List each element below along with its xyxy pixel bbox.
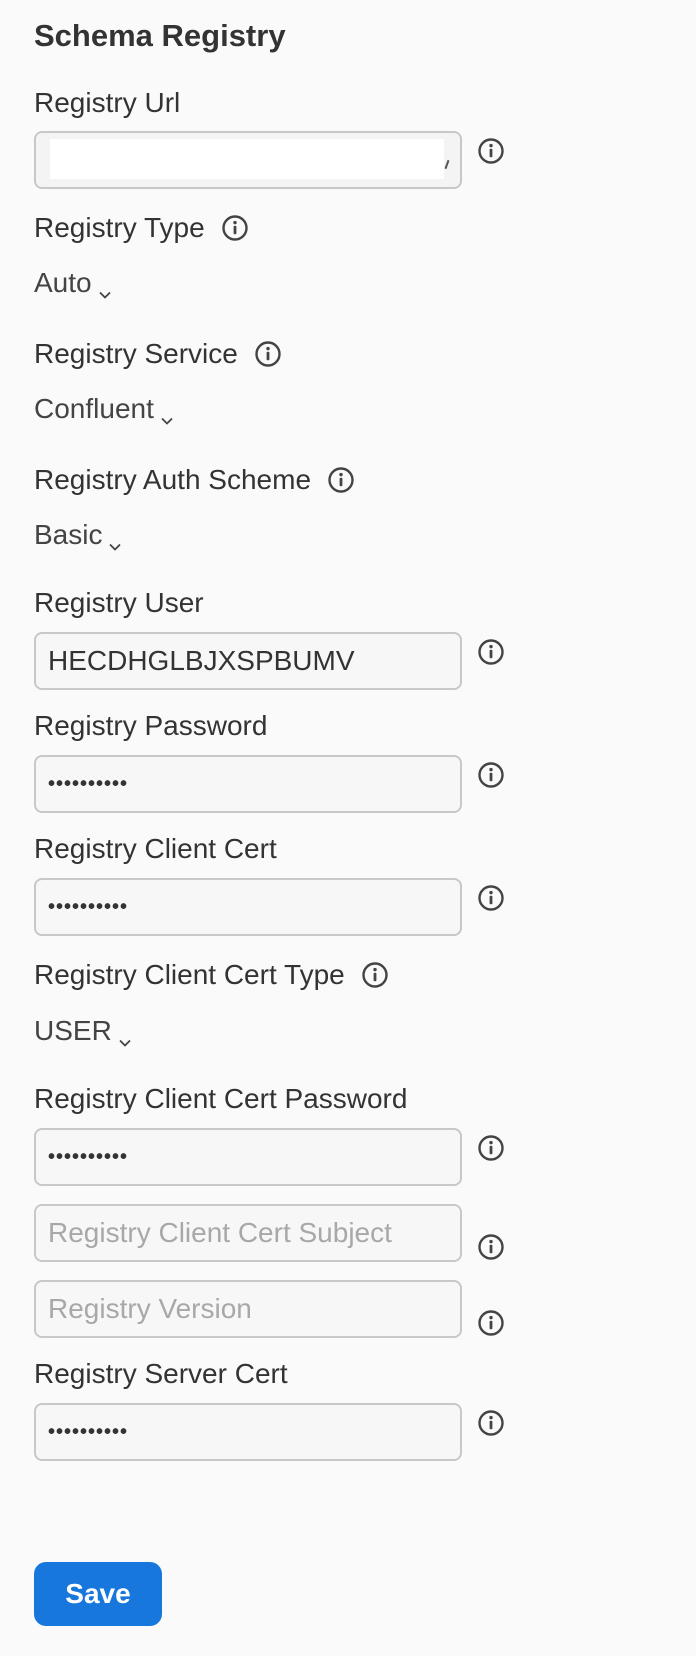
registry-type-value: Auto [34,267,92,298]
registry-user-input[interactable]: HECDHGLBJXSPBUMV [34,632,462,690]
info-icon[interactable] [327,466,355,494]
chevron-down-icon [108,528,122,551]
info-icon[interactable] [477,1233,505,1261]
registry-password-value: •••••••••• [48,772,129,795]
registry-service-select[interactable]: Confluent [34,392,174,426]
info-icon[interactable] [477,638,505,666]
info-icon[interactable] [477,884,505,912]
registry-auth-scheme-label-text: Registry Auth Scheme [34,464,312,495]
registry-type-label: Registry Type [34,211,249,245]
registry-type-label-text: Registry Type [34,212,205,243]
info-icon[interactable] [221,214,249,242]
schema-registry-form: Schema Registry Registry Url Registry Ty… [0,0,696,1656]
info-icon[interactable] [477,1309,505,1337]
registry-client-cert-input[interactable]: •••••••••• [34,878,462,936]
registry-client-cert-subject-input[interactable]: Registry Client Cert Subject [34,1204,462,1262]
registry-client-cert-password-label-text: Registry Client Cert Password [34,1083,408,1114]
registry-client-cert-label: Registry Client Cert [34,832,277,866]
registry-url-label-text: Registry Url [34,87,181,118]
registry-password-label-text: Registry Password [34,710,268,741]
save-button[interactable]: Save [34,1562,162,1626]
registry-url-input-inner [50,139,444,179]
registry-auth-scheme-value: Basic [34,519,103,550]
registry-client-cert-password-value: •••••••••• [48,1145,129,1168]
registry-client-cert-value: •••••••••• [48,895,129,918]
info-icon[interactable] [477,1134,505,1162]
chevron-down-icon [98,276,112,299]
registry-client-cert-type-select[interactable]: USER [34,1014,132,1048]
registry-version-input[interactable]: Registry Version [34,1280,462,1338]
registry-user-value: HECDHGLBJXSPBUMV [48,645,355,676]
registry-service-label-text: Registry Service [34,338,238,369]
registry-password-input[interactable]: •••••••••• [34,755,462,813]
section-title: Schema Registry [34,18,286,53]
registry-password-label: Registry Password [34,709,267,743]
registry-client-cert-type-value: USER [34,1015,112,1046]
registry-url-label: Registry Url [34,86,180,120]
registry-client-cert-password-label: Registry Client Cert Password [34,1082,407,1116]
registry-user-label-text: Registry User [34,587,204,618]
registry-service-label: Registry Service [34,337,282,371]
registry-client-cert-subject-placeholder: Registry Client Cert Subject [48,1217,392,1248]
registry-version-placeholder: Registry Version [48,1293,252,1324]
registry-auth-scheme-label: Registry Auth Scheme [34,463,355,497]
registry-url-input[interactable] [34,131,462,189]
info-icon[interactable] [477,137,505,165]
info-icon[interactable] [254,340,282,368]
registry-server-cert-label: Registry Server Cert [34,1357,288,1391]
registry-client-cert-label-text: Registry Client Cert [34,833,277,864]
registry-type-select[interactable]: Auto [34,266,112,300]
registry-user-label: Registry User [34,586,204,620]
registry-service-value: Confluent [34,393,154,424]
registry-auth-scheme-select[interactable]: Basic [34,518,122,552]
registry-server-cert-value: •••••••••• [48,1420,129,1443]
info-icon[interactable] [361,961,389,989]
chevron-down-icon [118,1024,132,1047]
registry-server-cert-input[interactable]: •••••••••• [34,1403,462,1461]
chevron-down-icon [160,402,174,425]
registry-client-cert-password-input[interactable]: •••••••••• [34,1128,462,1186]
info-icon[interactable] [477,761,505,789]
info-icon[interactable] [477,1409,505,1437]
resize-grip-icon [444,159,450,170]
registry-server-cert-label-text: Registry Server Cert [34,1358,288,1389]
registry-client-cert-type-label-text: Registry Client Cert Type [34,959,345,990]
registry-client-cert-type-label: Registry Client Cert Type [34,958,389,992]
